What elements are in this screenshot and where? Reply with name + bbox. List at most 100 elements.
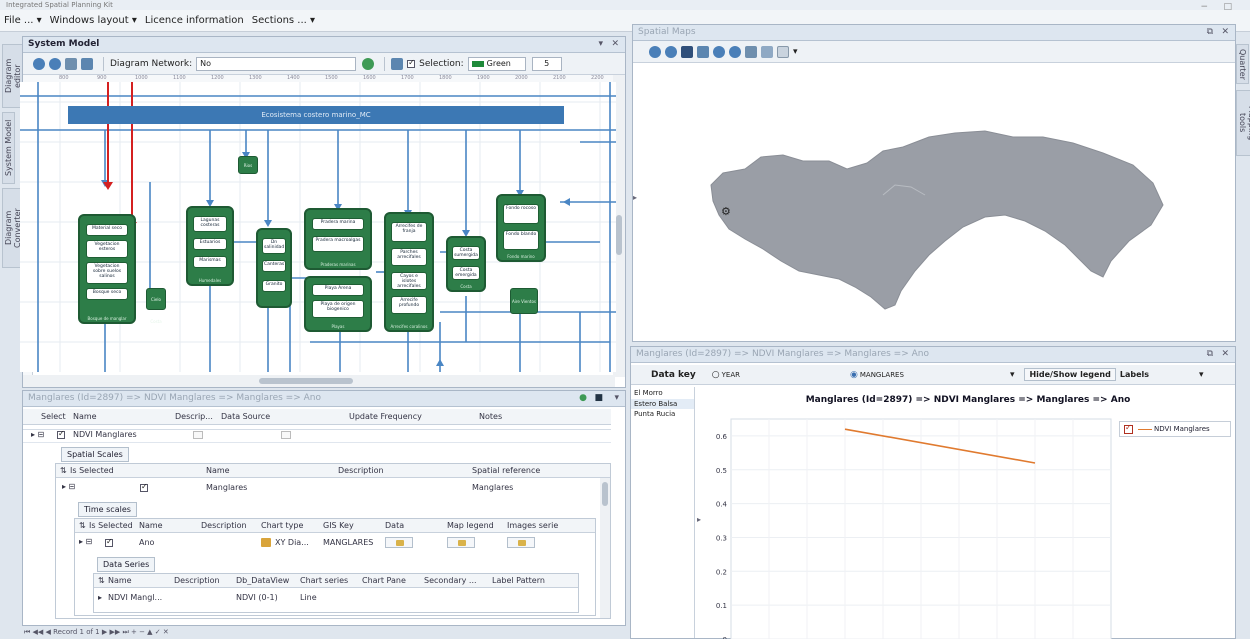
tab-quarter[interactable]: Quarter <box>1236 44 1249 84</box>
module-item[interactable]: Costa sumergida <box>452 246 480 260</box>
scroll-thumb[interactable] <box>616 215 622 255</box>
module-item[interactable]: Cayos e islotes arrecifales <box>391 272 427 290</box>
col-description[interactable]: Description <box>338 466 384 475</box>
col-name[interactable]: Name <box>206 466 230 475</box>
module-item[interactable]: Pradera marina <box>312 218 364 230</box>
time-selected-checkbox[interactable] <box>105 537 113 547</box>
diagram-network-select[interactable]: No <box>196 56 357 71</box>
spatial-scale-row[interactable]: ▸ ⊟ Manglares Manglares <box>56 480 610 496</box>
module-item[interactable]: Arrecifes de franja <box>391 222 427 242</box>
legend-checkbox[interactable]: ✓ <box>1124 423 1133 434</box>
module-item[interactable]: Lagunas costeras <box>193 216 227 232</box>
col-chart-pane[interactable]: Chart Pane <box>362 576 406 585</box>
tab-system-model[interactable]: System Model <box>2 112 15 184</box>
panel-float-icon[interactable]: ⧉ <box>1207 349 1213 359</box>
data-series-row[interactable]: ▸ NDVI Mangl... NDVI (0-1) Line <box>94 590 578 606</box>
data-source-edit-icon[interactable] <box>281 431 291 439</box>
module-item[interactable]: Fondo rocoso <box>503 204 539 224</box>
col-name[interactable]: Name <box>139 521 163 530</box>
ecosystem-banner[interactable]: Ecosistema costero marino_MC <box>68 106 564 124</box>
module-seagrass[interactable]: Pradera marina Pradera macroalgas Prader… <box>304 208 372 270</box>
images-serie-edit-button[interactable] <box>507 537 535 548</box>
module-item[interactable]: Arrecife profundo <box>391 296 427 314</box>
panel-close-icon[interactable]: ✕ <box>1221 27 1229 37</box>
module-mangrove-forest[interactable]: Material seco Vegetacion esteros Vegetac… <box>78 214 136 324</box>
selection-size-stepper[interactable]: 5 <box>531 56 562 71</box>
expand-icon[interactable]: ▸ ⊟ <box>31 430 44 439</box>
module-item[interactable]: Fondo blando <box>503 230 539 250</box>
dropdown-arrow-icon[interactable]: ▾ <box>793 47 798 57</box>
key-dropdown-arrow-icon[interactable]: ▾ <box>1010 370 1015 380</box>
menu-file[interactable]: File ... ▾ <box>4 15 42 26</box>
scroll-thumb[interactable] <box>602 482 608 506</box>
map-canvas[interactable] <box>633 65 1235 341</box>
options-dropdown-arrow-icon[interactable]: ▾ <box>1199 370 1204 380</box>
print-icon[interactable] <box>81 57 93 70</box>
hide-show-legend-button[interactable]: Hide/Show legend <box>1024 368 1116 381</box>
module-item[interactable]: Canteras <box>262 260 286 272</box>
module-item[interactable]: Dn salinidad <box>262 238 286 254</box>
map-legend-edit-button[interactable] <box>447 537 475 548</box>
col-db-dataview[interactable]: Db_DataView <box>236 576 289 585</box>
export-icon[interactable] <box>697 45 709 58</box>
panel-close-icon[interactable]: ✕ <box>1221 349 1229 359</box>
zoom-out-icon[interactable] <box>729 45 741 58</box>
tab-mapping-tools[interactable]: Mapping tools <box>1236 90 1250 156</box>
chart-type-value[interactable]: XY Dia... <box>275 538 309 547</box>
menu-windows-layout[interactable]: Windows layout ▾ <box>50 15 137 26</box>
radio-manglares-icon[interactable]: ◉ <box>850 370 858 380</box>
zoom-in-icon[interactable] <box>713 45 725 58</box>
col-is-selected[interactable]: Is Selected <box>70 466 114 475</box>
zoom-out-icon[interactable] <box>49 57 61 70</box>
col-name[interactable]: Name <box>73 412 97 421</box>
save-icon[interactable]: ■ <box>594 393 603 403</box>
col-name[interactable]: Name <box>108 576 132 585</box>
fit-page-icon[interactable] <box>65 57 77 70</box>
key-item-punta-rucia[interactable]: Punta Rucia <box>631 409 694 419</box>
col-map-legend[interactable]: Map legend <box>447 521 494 530</box>
zoom-in-icon[interactable] <box>33 57 45 70</box>
save-map-icon[interactable] <box>681 45 693 58</box>
col-label-pattern[interactable]: Label Pattern <box>492 576 545 585</box>
selection-checkbox[interactable] <box>407 58 416 68</box>
legend-icon[interactable] <box>761 45 773 58</box>
module-item[interactable]: Vegetacion sobre suelos salinos <box>86 262 128 284</box>
time-scale-row[interactable]: ▸ ⊟ Ano XY Dia... MANGLARES <box>75 535 595 551</box>
panel-pin-icon[interactable]: ▾ <box>614 393 619 403</box>
spatial-selected-checkbox[interactable] <box>140 482 148 492</box>
globe-icon[interactable] <box>649 45 661 58</box>
col-chart-series[interactable]: Chart series <box>300 576 348 585</box>
panel-pin-icon[interactable]: ▾ <box>598 39 603 49</box>
radio-year-icon[interactable]: ○ <box>712 370 720 380</box>
radio-manglares-label[interactable]: MANGLARES <box>860 371 904 379</box>
panel-float-icon[interactable]: ⧉ <box>1207 27 1213 37</box>
spatial-grid-scrollbar[interactable] <box>600 478 610 618</box>
radio-year-label[interactable]: YEAR <box>722 371 740 379</box>
module-item[interactable]: Parches arrecifales <box>391 248 427 266</box>
expand-icon[interactable]: ▸ ⊟ <box>62 482 75 491</box>
refresh-icon[interactable]: ● <box>579 393 587 403</box>
indicator-select-checkbox[interactable] <box>57 429 65 439</box>
module-beaches[interactable]: Playa Arena Playa de origen biogenico Pl… <box>304 276 372 332</box>
col-spatial-reference[interactable]: Spatial reference <box>472 466 540 475</box>
module-item[interactable]: Bosque seco <box>86 288 128 300</box>
sky-coast-node[interactable]: Cielo Costa <box>146 288 166 324</box>
module-item[interactable]: Costa emergida <box>452 266 480 280</box>
col-data[interactable]: Data <box>385 521 404 530</box>
air-winds-node[interactable]: Aire Vientos <box>510 288 538 314</box>
module-coast[interactable]: Costa sumergida Costa emergida Costa <box>446 236 486 292</box>
record-navigator[interactable]: ⏮ ◀◀ ◀ Record 1 of 1 ▶ ▶▶ ⏭ + − ▲ ✓ ✕ <box>24 628 624 638</box>
module-item[interactable]: Pradera macroalgas <box>312 236 364 252</box>
refresh-icon[interactable] <box>362 57 375 70</box>
grid-icon[interactable] <box>391 57 404 70</box>
col-select[interactable]: Select <box>41 412 66 421</box>
col-secondary[interactable]: Secondary ... <box>424 576 477 585</box>
rivers-node[interactable]: Rios <box>238 156 258 174</box>
module-substrate[interactable]: Dn salinidad Canteras Granito <box>256 228 292 308</box>
module-seabed[interactable]: Fondo rocoso Fondo blando Fondo marino <box>496 194 546 262</box>
tab-time-scales[interactable]: Time scales <box>78 502 137 517</box>
menu-sections[interactable]: Sections ... ▾ <box>252 15 315 26</box>
module-item[interactable]: Playa Arena <box>312 284 364 296</box>
pan-icon[interactable] <box>745 45 757 58</box>
key-item-estero-balsa[interactable]: Estero Balsa <box>631 399 694 409</box>
